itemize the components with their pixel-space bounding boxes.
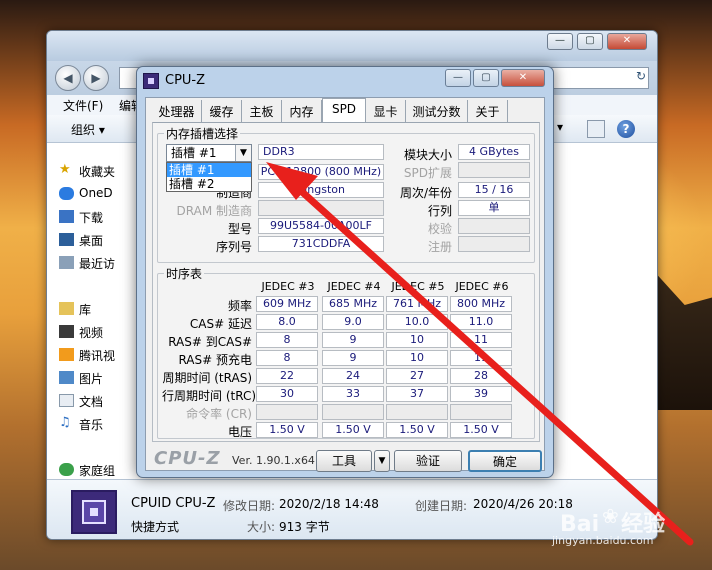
slot-dropdown-list: 插槽 #1 插槽 #2: [166, 162, 252, 192]
slot-option-2[interactable]: 插槽 #2: [167, 177, 251, 191]
paw-icon: ❀: [602, 504, 619, 528]
watermark-sub: jingyan.baidu.com: [552, 534, 654, 547]
arrow-head: [266, 162, 318, 200]
slot-option-1[interactable]: 插槽 #1: [167, 163, 251, 177]
annotation-arrow: [266, 162, 694, 546]
arrow-shaft: [296, 186, 694, 546]
